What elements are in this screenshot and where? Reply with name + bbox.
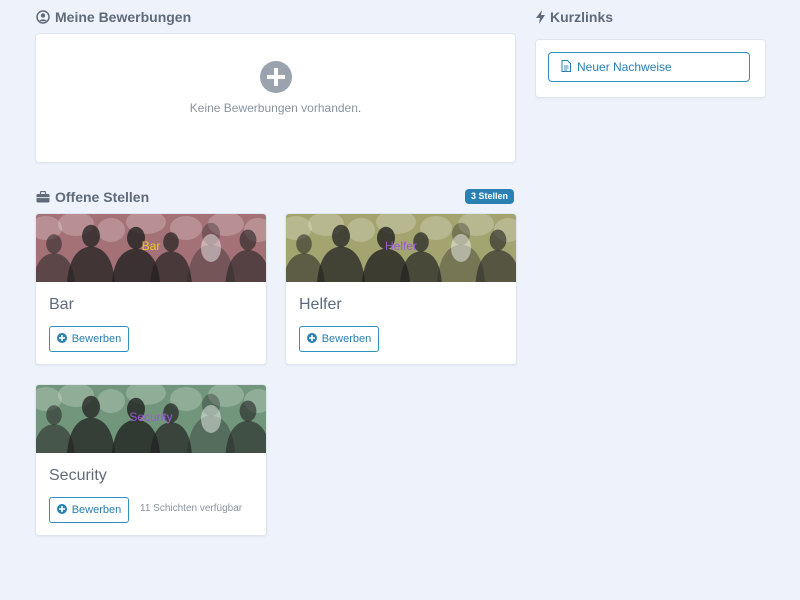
apply-button[interactable]: Bewerben (299, 326, 379, 352)
shortcuts-title: Kurzlinks (550, 9, 614, 25)
user-circle-icon (36, 10, 50, 24)
openings-title: Offene Stellen (55, 189, 150, 205)
job-title: Security (49, 467, 107, 484)
shortcuts-heading: Kurzlinks (536, 9, 613, 25)
shortcuts-panel: Neuer Nachweise (535, 39, 766, 98)
job-image: Bar (36, 214, 266, 282)
job-card-helfer: Helfer Helfer Bewerben (285, 213, 517, 365)
apply-label: Bewerben (321, 333, 372, 345)
apply-label: Bewerben (71, 333, 122, 345)
briefcase-icon (36, 191, 50, 203)
plus-circle-icon[interactable] (260, 61, 292, 98)
applications-title: Meine Bewerbungen (55, 9, 192, 25)
job-card-bar: Bar Bar Bewerben (35, 213, 267, 365)
applications-empty-panel: Keine Bewerbungen vorhanden. (35, 33, 516, 163)
applications-heading: Meine Bewerbungen (36, 9, 191, 25)
job-image: Helfer (286, 214, 516, 282)
job-title: Helfer (299, 296, 342, 313)
job-card-security: Security Security Bewerben 11 Schichten … (35, 384, 267, 536)
document-icon (561, 59, 571, 75)
job-image-label: Bar (141, 239, 161, 253)
shift-availability: 11 Schichten verfügbar (140, 503, 243, 514)
empty-message: Keine Bewerbungen vorhanden. (189, 101, 362, 115)
openings-count-badge: 3 Stellen (465, 189, 515, 204)
plus-circle-icon (306, 332, 317, 346)
new-proof-label: Neuer Nachweise (577, 60, 672, 74)
apply-button[interactable]: Bewerben (49, 497, 129, 523)
plus-circle-icon (56, 503, 67, 517)
apply-button[interactable]: Bewerben (49, 326, 129, 352)
job-image-label: Helfer (384, 239, 417, 253)
openings-heading: Offene Stellen (36, 189, 149, 205)
bolt-icon (536, 10, 545, 24)
apply-label: Bewerben (71, 504, 122, 516)
new-proof-button[interactable]: Neuer Nachweise (548, 52, 750, 82)
plus-circle-icon (56, 332, 67, 346)
job-title: Bar (49, 296, 74, 313)
job-image-label: Security (129, 410, 173, 424)
job-image: Security (36, 385, 266, 453)
